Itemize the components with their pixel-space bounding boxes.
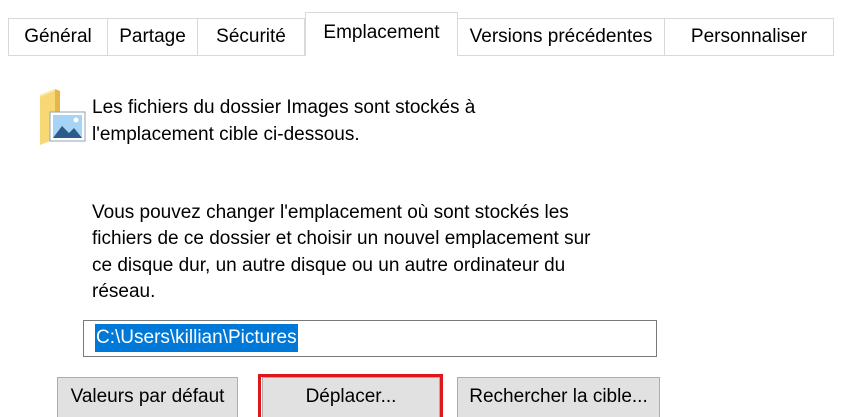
tab-previous-versions[interactable]: Versions précédentes (458, 18, 665, 56)
description-line: ce disque dur, un autre disque ou un aut… (92, 254, 566, 276)
location-panel: Les fichiers du dossier Images sont stoc… (0, 60, 842, 417)
location-path-input[interactable]: C:\Users\killian\Pictures (83, 320, 657, 357)
intro-line: l'emplacement cible ci-dessous. (92, 124, 360, 145)
location-description: Vous pouvez changer l'emplacement où son… (92, 200, 590, 306)
tab-security[interactable]: Sécurité (198, 18, 305, 56)
restore-default-button[interactable]: Valeurs par défaut (57, 377, 238, 417)
description-line: Vous pouvez changer l'emplacement où son… (92, 202, 569, 223)
tab-sharing[interactable]: Partage (108, 18, 198, 56)
description-line: réseau. (92, 281, 156, 303)
find-target-button[interactable]: Rechercher la cible... (457, 377, 660, 417)
description-line: fichiers de ce dossier et choisir un nou… (92, 228, 591, 250)
tab-customize[interactable]: Personnaliser (665, 18, 834, 56)
move-button[interactable]: Déplacer... (262, 377, 440, 417)
folder-pictures-icon (40, 89, 86, 145)
intro-line: Les fichiers du dossier Images sont stoc… (92, 97, 476, 118)
tab-general[interactable]: Général (8, 18, 108, 56)
tab-strip: Général Partage Sécurité Emplacement Ver… (0, 0, 842, 60)
tab-location[interactable]: Emplacement (305, 12, 458, 56)
location-path-text[interactable]: C:\Users\killian\Pictures (95, 324, 298, 352)
location-intro: Les fichiers du dossier Images sont stoc… (92, 94, 475, 148)
